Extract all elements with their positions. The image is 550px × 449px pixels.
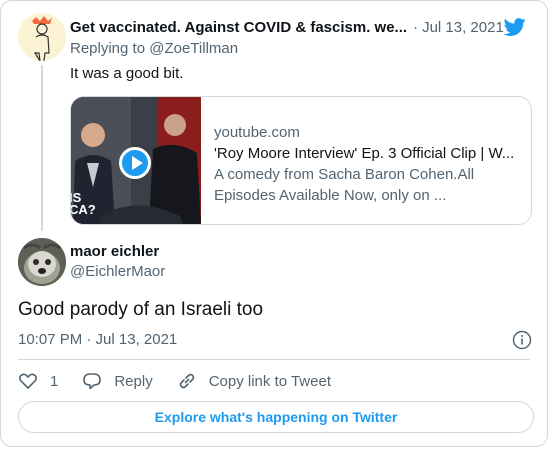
embedded-tweet-card: Get vaccinated. Against COVID & fascism.… bbox=[0, 0, 548, 447]
avatar-illustration bbox=[18, 13, 66, 61]
reply-button[interactable]: Reply bbox=[82, 371, 153, 391]
twitter-bird-icon[interactable] bbox=[503, 16, 527, 38]
like-button[interactable]: 1 bbox=[18, 371, 58, 391]
author-name[interactable]: maor eichler bbox=[70, 243, 159, 260]
heart-icon bbox=[19, 373, 37, 389]
link-description: A comedy from Sacha Baron Cohen.All Epis… bbox=[214, 166, 475, 204]
parent-author-avatar[interactable] bbox=[18, 13, 66, 61]
tweet-actions: 1 Reply Copy link to Tweet bbox=[18, 370, 355, 392]
parent-tweet-text: It was a good bit. bbox=[70, 65, 184, 82]
parent-author-name[interactable]: Get vaccinated. Against COVID & fascism.… bbox=[70, 19, 407, 36]
parent-tweet-header: Get vaccinated. Against COVID & fascism.… bbox=[70, 16, 527, 38]
header-separator: · bbox=[413, 18, 419, 36]
parent-tweet-date[interactable]: Jul 13, 2021 bbox=[422, 19, 504, 36]
author-avatar[interactable] bbox=[18, 238, 66, 286]
replying-to-prefix: Replying to bbox=[70, 40, 150, 57]
replying-to-handle[interactable]: @ZoeTillman bbox=[149, 40, 238, 57]
link-title: 'Roy Moore Interview' Ep. 3 Official Cli… bbox=[214, 145, 515, 162]
copy-link-label: Copy link to Tweet bbox=[208, 372, 331, 390]
link-icon bbox=[179, 373, 194, 389]
thread-connector-line bbox=[41, 65, 43, 231]
play-icon[interactable] bbox=[119, 147, 151, 179]
link-preview-card[interactable]: IS CA? youtube.com 'Roy Moore Interview'… bbox=[70, 96, 532, 225]
explore-twitter-button[interactable]: Explore what's happening on Twitter bbox=[18, 401, 534, 433]
info-icon[interactable] bbox=[512, 330, 532, 350]
tweet-timestamp[interactable]: 10:07 PM · Jul 13, 2021 bbox=[18, 331, 177, 348]
thumbnail-caption: IS CA? bbox=[71, 190, 96, 217]
author-handle[interactable]: @EichlerMaor bbox=[70, 263, 165, 280]
reply-icon bbox=[83, 373, 102, 390]
video-thumbnail[interactable]: IS CA? bbox=[71, 97, 201, 224]
replying-to-line: Replying to @ZoeTillman bbox=[70, 40, 238, 57]
divider bbox=[18, 359, 530, 360]
like-count: 1 bbox=[50, 372, 59, 390]
reply-label: Reply bbox=[114, 372, 153, 390]
link-domain: youtube.com bbox=[214, 124, 300, 141]
avatar-photo bbox=[18, 238, 66, 286]
copy-link-button[interactable]: Copy link to Tweet bbox=[177, 371, 331, 391]
link-preview-text: youtube.com 'Roy Moore Interview' Ep. 3 … bbox=[214, 122, 519, 206]
tweet-text: Good parody of an Israeli too bbox=[18, 299, 264, 320]
